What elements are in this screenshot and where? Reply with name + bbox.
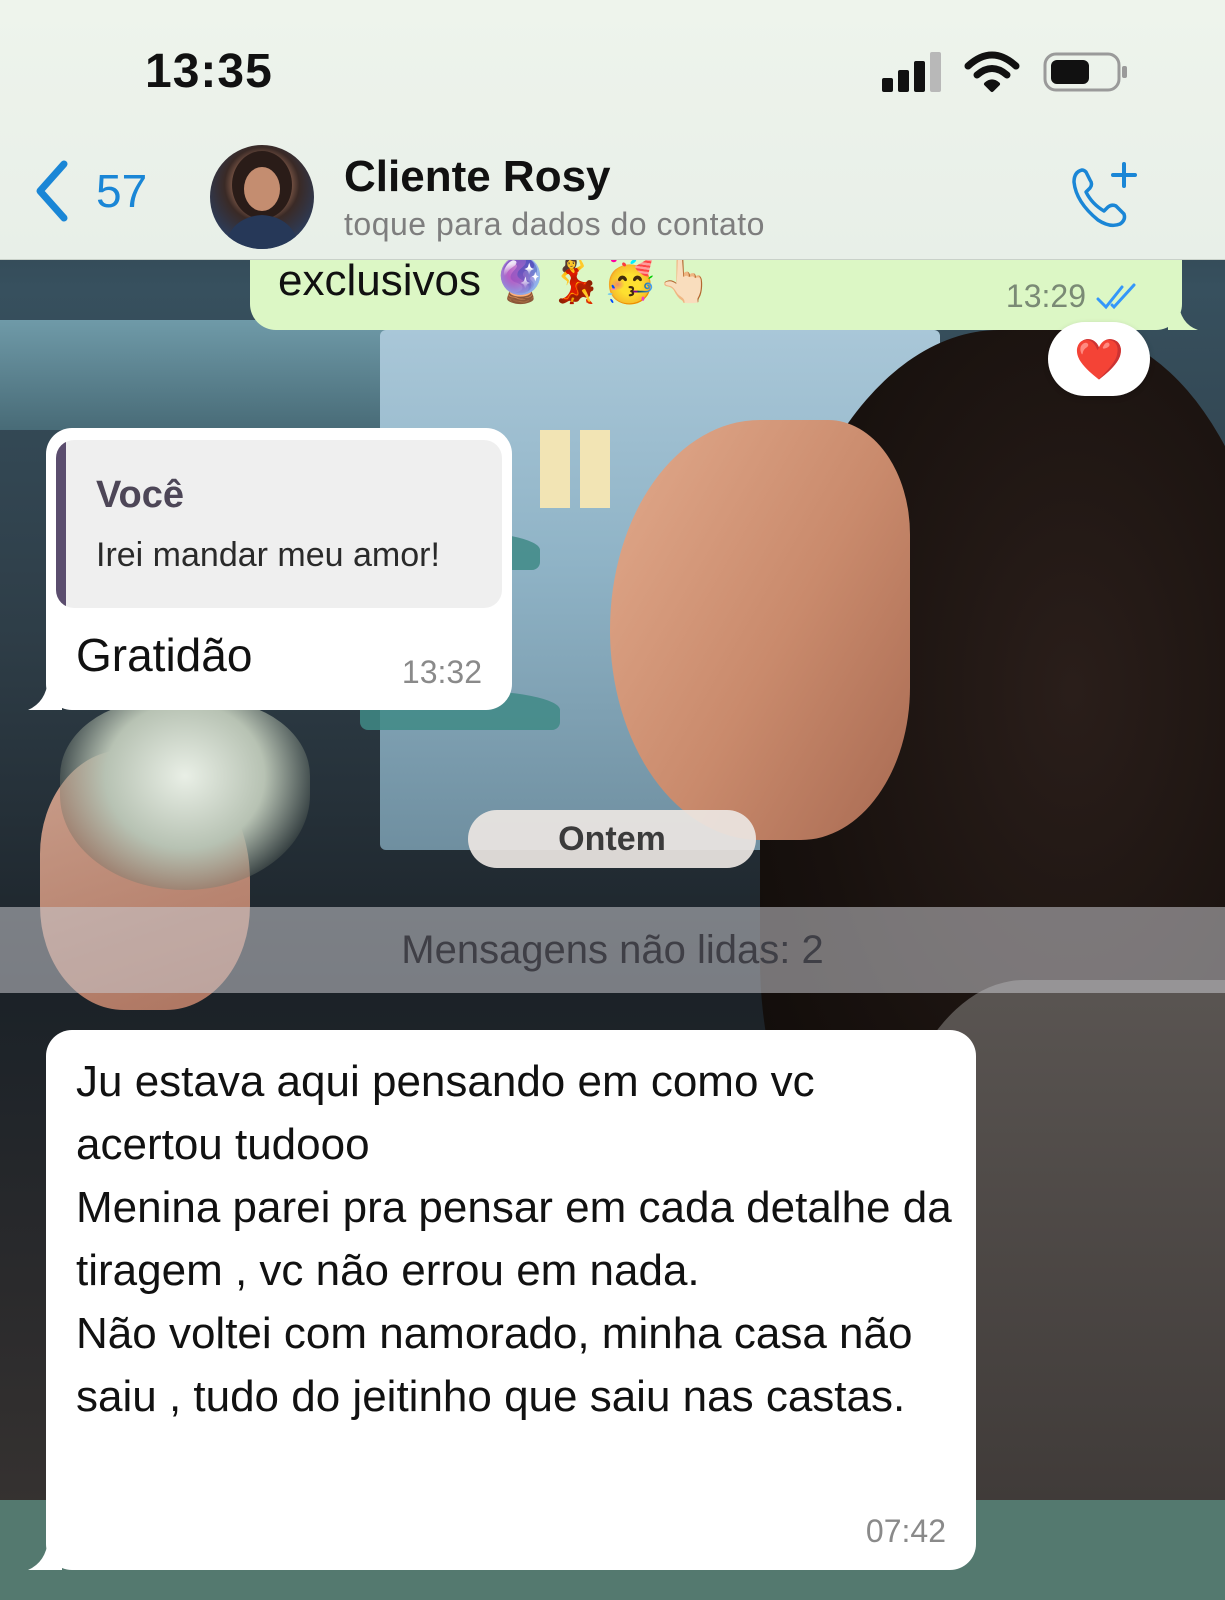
message-time: 13:29 xyxy=(1005,278,1086,314)
chevron-left-icon xyxy=(36,160,68,222)
bubble-tail xyxy=(28,680,62,710)
wifi-icon xyxy=(964,51,1020,92)
contact-info[interactable]: Cliente Rosy toque para dados do contato xyxy=(344,152,765,246)
message-text: exclusivos 🔮💃🥳👆🏻 xyxy=(278,256,713,305)
message-text: Gratidão xyxy=(76,629,253,681)
heart-icon: ❤️ xyxy=(1074,337,1124,382)
back-button[interactable]: 57 xyxy=(34,160,147,222)
quoted-message[interactable]: Você Irei mandar meu amor! xyxy=(56,440,502,608)
incoming-reply-bubble[interactable]: Você Irei mandar meu amor! Gratidão 13:3… xyxy=(28,428,512,710)
wallpaper-face xyxy=(610,420,910,840)
wallpaper-glass xyxy=(60,700,310,890)
contact-avatar[interactable] xyxy=(210,145,314,249)
battery-icon xyxy=(1043,52,1127,92)
avatar-photo xyxy=(224,151,300,249)
bubble-tail xyxy=(28,1540,62,1570)
message-text: Ju estava aqui pensando em como vc acert… xyxy=(76,1057,952,1421)
unread-messages-banner: Mensagens não lidas: 2 xyxy=(0,907,1225,993)
cellular-signal-icon xyxy=(882,52,944,92)
heart-reaction[interactable]: ❤️ xyxy=(1048,322,1150,396)
date-separator: Ontem xyxy=(468,810,756,868)
unread-chats-count: 57 xyxy=(96,165,148,217)
bubble-tail xyxy=(1168,300,1198,330)
quote-accent-bar xyxy=(56,440,66,608)
navigation-header: 13:35 57 Cliente Rosy toque para dados d… xyxy=(0,0,1225,260)
message-meta: 13:29 xyxy=(1006,278,1140,315)
quote-author: Você xyxy=(96,474,185,516)
incoming-message-bubble[interactable]: Ju estava aqui pensando em como vc acert… xyxy=(28,1030,976,1570)
quote-text: Irei mandar meu amor! xyxy=(96,536,440,574)
double-check-read-icon xyxy=(1096,283,1136,309)
contact-name: Cliente Rosy xyxy=(344,152,611,201)
add-call-icon[interactable] xyxy=(1068,160,1138,230)
message-time: 07:42 xyxy=(865,1513,946,1549)
wallpaper-window xyxy=(540,430,570,508)
wallpaper-window xyxy=(580,430,610,508)
message-time: 13:32 xyxy=(401,654,482,690)
status-time: 13:35 xyxy=(145,45,273,98)
contact-subtitle: toque para dados do contato xyxy=(344,206,765,242)
